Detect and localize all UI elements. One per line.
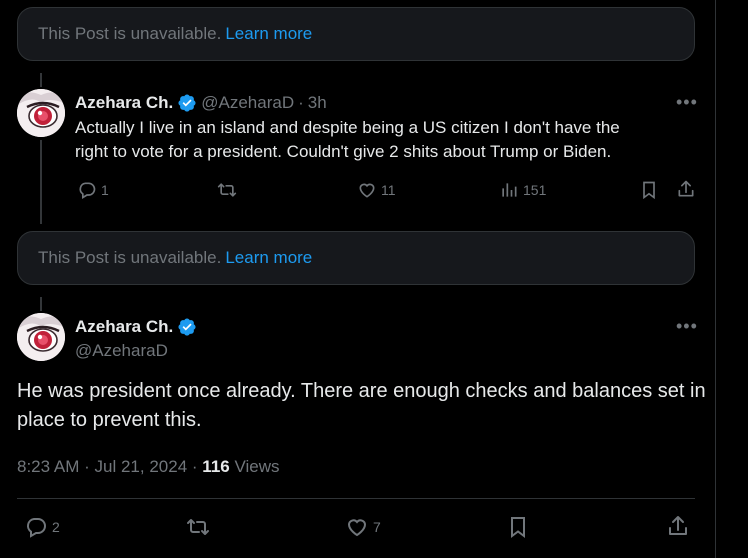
unavailable-text: This Post is unavailable. [38,248,222,267]
bookmark-button[interactable] [506,515,530,539]
like-icon [347,519,367,537]
verified-badge-icon[interactable] [177,317,197,337]
retweet-icon [217,183,237,197]
like-button[interactable]: 11 [357,180,396,200]
like-button[interactable]: 7 [345,515,381,539]
reply-count: 1 [101,182,109,198]
divider [17,498,695,499]
retweet-icon [187,519,209,535]
share-button[interactable] [676,179,696,199]
more-icon[interactable]: ••• [676,92,698,113]
views-count: 116 [202,457,230,476]
thread-connector [40,140,42,224]
unavailable-text: This Post is unavailable. [38,24,222,43]
views-label: Views [234,457,280,476]
separator-dot: · [298,93,304,112]
main-post-text: He was president once already. There are… [17,380,706,431]
reply-button[interactable]: 1 [77,180,109,200]
thread-connector [40,297,42,311]
learn-more-link[interactable]: Learn more [225,248,312,268]
post-time[interactable]: 8:23 AM [17,457,79,476]
views-button[interactable]: 151 [499,180,546,200]
avatar[interactable] [17,313,65,361]
display-name[interactable]: Azehara Ch. [75,93,173,113]
reply-icon [26,518,46,538]
reply-text-line: right to vote for a president. Couldn't … [75,142,612,161]
main-author-row: Azehara Ch. [75,317,197,337]
share-icon [669,516,687,535]
reply-author-row: Azehara Ch. @AzeharaD · 3h [75,93,327,113]
separator-dot: · [191,457,198,476]
views-count: 151 [523,182,547,198]
avatar[interactable] [17,89,65,137]
bookmark-icon [511,517,525,538]
unavailable-post-notice: This Post is unavailable. Learn more [17,7,695,61]
like-icon [359,183,375,198]
separator-dot: · [84,457,90,476]
avatar-image [17,313,65,361]
learn-more-link[interactable]: Learn more [225,24,312,44]
reply-icon [79,182,96,199]
post-meta: 8:23 AM · Jul 21, 2024 · 116 Views [17,457,280,477]
reply-button[interactable]: 2 [24,515,60,539]
like-count: 11 [381,182,396,198]
bookmark-icon [643,181,655,200]
display-name[interactable]: Azehara Ch. [75,317,173,337]
retweet-button[interactable] [216,180,238,200]
verified-badge-icon[interactable] [177,93,197,113]
retweet-button[interactable] [185,515,211,539]
avatar-image [17,89,65,137]
share-button[interactable] [666,514,690,538]
post-date[interactable]: Jul 21, 2024 [95,457,188,476]
unavailable-post-notice: This Post is unavailable. Learn more [17,231,695,285]
thread-connector [40,73,42,87]
reply-text-line: Actually I live in an island and despite… [75,118,620,137]
timeline-border [715,0,716,558]
handle[interactable]: @AzeharaD [201,93,294,113]
handle[interactable]: @AzeharaD [75,341,168,361]
post-time[interactable]: 3h [308,93,327,113]
bookmark-button[interactable] [639,180,659,200]
reply-text: Actually I live in an island and despite… [75,116,685,164]
like-count: 7 [373,519,381,535]
reply-count: 2 [52,519,60,535]
share-icon [678,180,694,197]
views-icon [502,183,517,197]
more-icon[interactable]: ••• [676,316,698,337]
